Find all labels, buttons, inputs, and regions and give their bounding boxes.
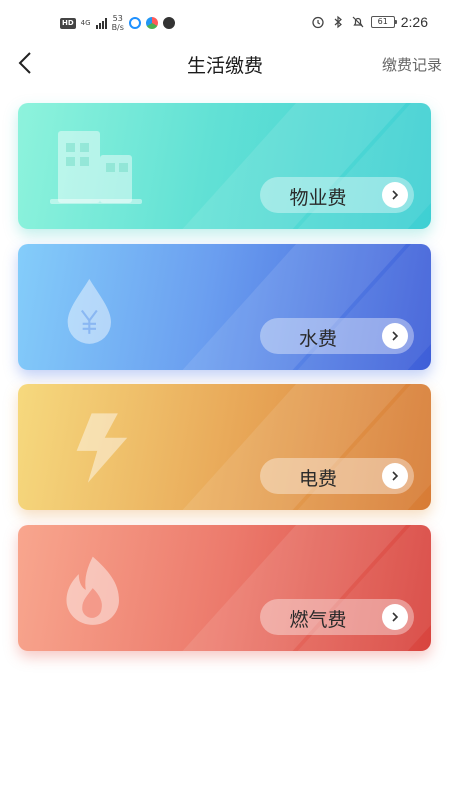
nav-header: 生活缴费 缴费记录 <box>0 46 450 82</box>
gas-fee-label: 燃气费 <box>289 609 347 631</box>
chevron-right-icon[interactable] <box>382 323 408 349</box>
property-fee-card[interactable]: 物业费 <box>18 103 431 229</box>
notification-app-icon <box>145 17 158 29</box>
notification-app-icon <box>162 17 175 29</box>
network-speed-value: 53 <box>112 14 123 23</box>
bluetooth-icon <box>334 15 342 29</box>
electricity-fee-pay-button[interactable]: 电费 <box>260 458 414 494</box>
battery-icon: 61 <box>370 16 397 28</box>
water-fee-label: 水费 <box>298 328 337 350</box>
status-left: HD 4G 53 B/s <box>60 14 175 32</box>
chevron-right-icon[interactable] <box>382 463 408 489</box>
network-speed-unit: B/s <box>111 23 124 32</box>
water-drop-yuan-icon <box>67 278 111 344</box>
property-fee-pay-button[interactable]: 物业费 <box>260 177 414 213</box>
payment-records-link[interactable]: 缴费记录 <box>382 54 442 75</box>
building-icon <box>50 131 142 204</box>
water-fee-card[interactable]: 水费 <box>18 244 431 370</box>
network-type: 4G <box>80 19 91 27</box>
network-speed: 53 B/s <box>112 14 124 32</box>
alarm-icon <box>312 16 324 29</box>
electricity-fee-label: 电费 <box>298 468 337 490</box>
status-right: 61 2:26 <box>311 14 428 30</box>
electricity-fee-card[interactable]: 电费 <box>18 384 431 510</box>
gas-fee-pay-button[interactable]: 燃气费 <box>260 599 414 635</box>
lightning-icon <box>76 413 128 483</box>
water-fee-pay-button[interactable]: 水费 <box>260 318 414 354</box>
property-fee-label: 物业费 <box>289 187 347 209</box>
signal-icon <box>95 17 107 29</box>
flame-icon <box>66 556 119 625</box>
chevron-right-icon[interactable] <box>382 604 408 630</box>
status-time: 2:26 <box>400 14 428 30</box>
mute-bell-icon <box>352 16 364 28</box>
gas-fee-card[interactable]: 燃气费 <box>18 525 431 651</box>
status-bar: HD 4G 53 B/s 61 2:26 <box>0 0 450 46</box>
chevron-right-icon[interactable] <box>382 182 408 208</box>
hd-badge: HD <box>60 17 76 29</box>
notification-app-icon <box>128 17 141 29</box>
